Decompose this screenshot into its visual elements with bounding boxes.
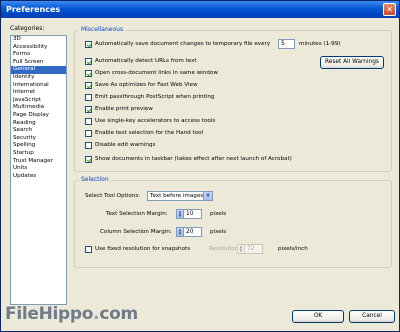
autosave-minutes-input[interactable]: 5 bbox=[278, 39, 295, 49]
category-item-multimedia[interactable]: Multimedia bbox=[11, 104, 66, 112]
resolution-unit: pixels/inch bbox=[278, 246, 308, 252]
category-item-trust-manager[interactable]: Trust Manager bbox=[11, 158, 66, 166]
disable-edit-warnings-label: Disable edit warnings bbox=[95, 142, 156, 148]
open-cross-links-option[interactable]: Open cross-document links in same window bbox=[85, 69, 218, 77]
category-item-javascript[interactable]: JavaScript bbox=[11, 97, 66, 105]
detect-urls-label: Automatically detect URLs from text bbox=[95, 58, 197, 64]
miscellaneous-group: Miscellaneous Automatically save documen… bbox=[74, 26, 392, 172]
category-item-updates[interactable]: Updates bbox=[11, 173, 66, 181]
open-cross-links-label: Open cross-document links in same window bbox=[95, 70, 218, 76]
category-item-general[interactable]: General bbox=[11, 66, 66, 74]
category-item-internet[interactable]: Internet bbox=[11, 89, 66, 97]
detect-urls-checkbox[interactable] bbox=[85, 57, 92, 65]
category-item-startup[interactable]: Startup bbox=[11, 150, 66, 158]
show-taskbar-checkbox[interactable] bbox=[85, 155, 92, 163]
emit-passthrough-option[interactable]: Emit passthrough PostScript when printin… bbox=[85, 93, 214, 101]
filehippo-watermark: FileHippo.com bbox=[5, 304, 138, 324]
ok-button[interactable]: OK bbox=[292, 310, 344, 323]
category-item-accessibility[interactable]: Accessibility bbox=[11, 44, 66, 52]
single-key-option[interactable]: Use single-key accelerators to access to… bbox=[85, 117, 215, 125]
hand-tool-selection-label: Enable text selection for the Hand tool bbox=[95, 130, 204, 136]
resolution-stepper: ▲ ▼ 72 bbox=[237, 244, 263, 254]
save-as-label: Save As optimizes for Fast Web View bbox=[95, 82, 198, 88]
selection-title: Selection bbox=[79, 176, 111, 183]
category-item-international[interactable]: International bbox=[11, 82, 66, 90]
fixed-resolution-checkbox[interactable] bbox=[85, 245, 92, 253]
category-item-units[interactable]: Units bbox=[11, 165, 66, 173]
fixed-resolution-option[interactable]: Use fixed resolution for snapshots bbox=[85, 245, 190, 253]
category-item-full-screen[interactable]: Full Screen bbox=[11, 59, 66, 67]
text-margin-input[interactable]: 10 bbox=[184, 209, 202, 219]
category-item-identity[interactable]: Identity bbox=[11, 74, 66, 82]
tool-options-label: Select Tool Options: bbox=[85, 193, 141, 199]
category-item-reading[interactable]: Reading bbox=[11, 120, 66, 128]
text-margin-unit: pixels bbox=[210, 211, 227, 217]
text-margin-stepper[interactable]: ▲ ▼ 10 bbox=[176, 209, 202, 219]
watermark-brand: FileHippo bbox=[5, 304, 94, 324]
spinner-arrows-icon: ▲ ▼ bbox=[237, 244, 245, 254]
autosave-label: Automatically save document changes to t… bbox=[95, 41, 271, 47]
miscellaneous-title: Miscellaneous bbox=[79, 26, 126, 33]
categories-list[interactable]: 3D Accessibility Forms Full Screen General Id… bbox=[10, 35, 67, 305]
print-preview-label: Enable print preview bbox=[95, 106, 153, 112]
disable-edit-warnings-option[interactable]: Disable edit warnings bbox=[85, 141, 155, 149]
column-margin-stepper[interactable]: ▲ ▼ 20 bbox=[176, 227, 202, 237]
cancel-button[interactable]: Cancel bbox=[349, 310, 395, 323]
autosave-unit-label: minutes (1-99) bbox=[299, 41, 341, 47]
tool-options-value: Text before images bbox=[150, 193, 204, 199]
category-item-search[interactable]: Search bbox=[11, 127, 66, 135]
category-item-3d[interactable]: 3D bbox=[11, 36, 66, 44]
resolution-input: 72 bbox=[245, 244, 263, 254]
fixed-resolution-label: Use fixed resolution for snapshots bbox=[95, 246, 191, 252]
print-preview-option[interactable]: Enable print preview bbox=[85, 105, 153, 113]
column-margin-unit: pixels bbox=[210, 229, 227, 235]
open-cross-links-checkbox[interactable] bbox=[85, 69, 92, 77]
save-as-option[interactable]: Save As optimizes for Fast Web View bbox=[85, 81, 198, 89]
emit-passthrough-checkbox[interactable] bbox=[85, 93, 92, 101]
print-preview-checkbox[interactable] bbox=[85, 105, 92, 113]
emit-passthrough-label: Emit passthrough PostScript when printin… bbox=[95, 94, 215, 100]
title-bar: Preferences ✕ bbox=[1, 1, 399, 18]
detect-urls-option[interactable]: Automatically detect URLs from text bbox=[85, 57, 197, 65]
autosave-option[interactable]: Automatically save document changes to t… bbox=[85, 40, 270, 48]
single-key-checkbox[interactable] bbox=[85, 117, 92, 125]
hand-tool-selection-checkbox[interactable] bbox=[85, 129, 92, 137]
reset-warnings-button[interactable]: Reset All Warnings bbox=[320, 56, 384, 69]
show-taskbar-option[interactable]: Show documents in taskbar (takes effect … bbox=[85, 155, 292, 163]
selection-group: Selection Select Tool Options: Text befo… bbox=[74, 176, 392, 268]
close-button[interactable]: ✕ bbox=[383, 3, 396, 16]
window-title: Preferences bbox=[6, 5, 61, 14]
category-item-page-display[interactable]: Page Display bbox=[11, 112, 66, 120]
hand-tool-selection-option[interactable]: Enable text selection for the Hand tool bbox=[85, 129, 203, 137]
column-margin-label: Column Selection Margin: bbox=[100, 229, 172, 235]
spinner-arrows-icon[interactable]: ▲ ▼ bbox=[176, 227, 184, 237]
text-margin-label: Text Selection Margin: bbox=[106, 211, 168, 217]
watermark-tld: com bbox=[99, 304, 138, 324]
disable-edit-warnings-checkbox[interactable] bbox=[85, 141, 92, 149]
save-as-checkbox[interactable] bbox=[85, 81, 92, 89]
category-item-security[interactable]: Security bbox=[11, 135, 66, 143]
categories-label: Categories: bbox=[10, 25, 45, 32]
preferences-window: Preferences ✕ Categories: 3D Accessibilit… bbox=[0, 0, 400, 332]
single-key-label: Use single-key accelerators to access to… bbox=[95, 118, 216, 124]
spinner-arrows-icon[interactable]: ▲ ▼ bbox=[176, 209, 184, 219]
tool-options-select[interactable]: Text before images ▼ bbox=[147, 191, 213, 201]
category-item-spelling[interactable]: Spelling bbox=[11, 142, 66, 150]
column-margin-input[interactable]: 20 bbox=[184, 227, 202, 237]
resolution-label: Resolution: bbox=[209, 246, 241, 252]
show-taskbar-label: Show documents in taskbar (takes effect … bbox=[95, 156, 292, 162]
chevron-down-icon[interactable]: ▼ bbox=[203, 192, 212, 200]
category-item-forms[interactable]: Forms bbox=[11, 51, 66, 59]
autosave-checkbox[interactable] bbox=[85, 40, 92, 48]
